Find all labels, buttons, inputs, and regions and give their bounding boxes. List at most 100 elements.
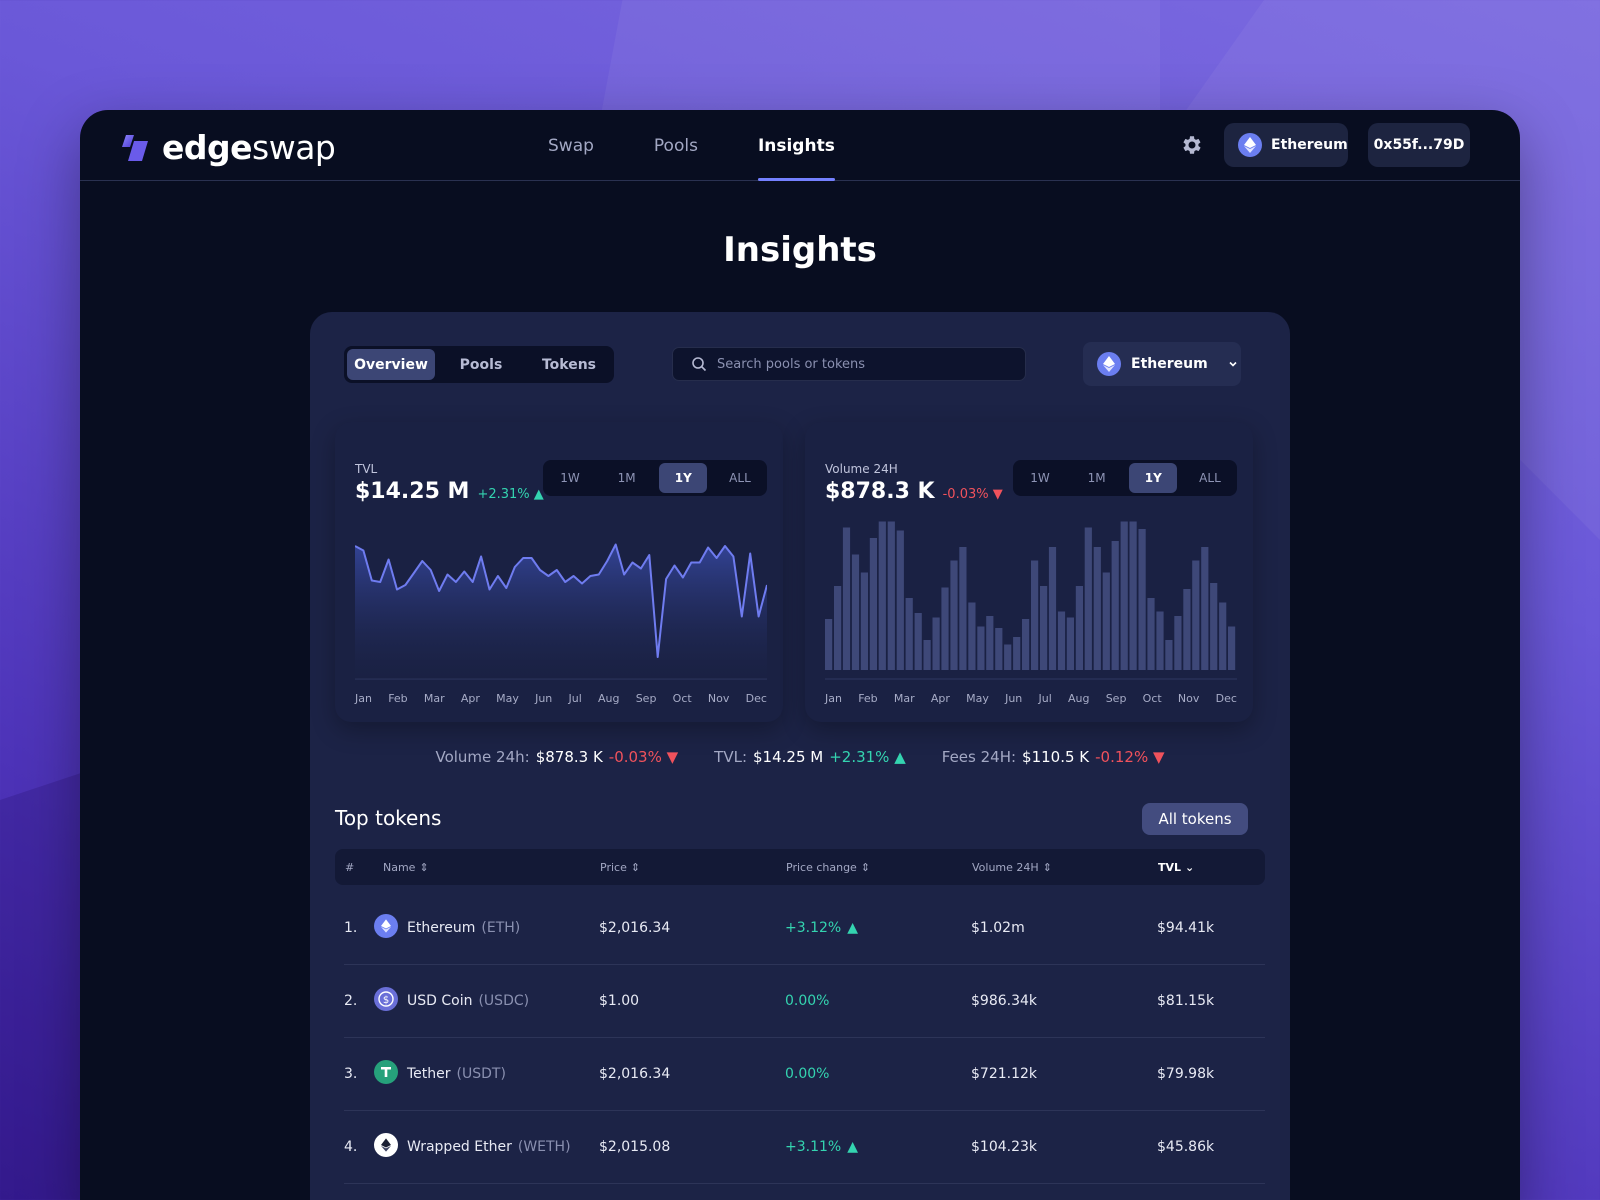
month-label: Sep xyxy=(635,692,657,705)
volume-bar xyxy=(914,613,922,670)
volume-bar xyxy=(1120,521,1128,670)
network-button[interactable]: Ethereum xyxy=(1224,123,1348,167)
tab-overview[interactable]: Overview xyxy=(347,349,435,380)
weth-icon xyxy=(374,1133,398,1157)
column-tvl[interactable]: TVL ⌄ xyxy=(1158,861,1194,874)
page-title: Insights xyxy=(723,230,877,270)
nav-item-insights[interactable]: Insights xyxy=(757,110,835,181)
volume-bar xyxy=(1210,583,1218,670)
tab-pools[interactable]: Pools xyxy=(435,349,527,380)
tab-tokens[interactable]: Tokens xyxy=(527,349,611,380)
search-input[interactable] xyxy=(717,356,997,372)
column-price-change[interactable]: Price change ⇕ xyxy=(786,861,870,874)
tvl-value: $14.25 M xyxy=(355,479,470,504)
logo-mark-icon xyxy=(122,134,148,161)
table-row[interactable]: 1. Ethereum (ETH) $2,016.34 +3.12% ▲ $1.0… xyxy=(344,892,1265,965)
row-tvl: $45.86k xyxy=(1157,1139,1215,1155)
volume-change: -0.03% ▼ xyxy=(942,487,1003,502)
volume-bar xyxy=(1057,611,1066,670)
row-volume: $721.12k xyxy=(971,1066,1038,1082)
stat-value: $878.3 K xyxy=(535,748,603,766)
stat-label: Fees 24H: xyxy=(941,748,1017,766)
range-all[interactable]: ALL xyxy=(1186,463,1234,493)
volume-bar xyxy=(905,598,913,670)
row-tvl: $81.15k xyxy=(1157,993,1215,1009)
volume-bar xyxy=(968,602,976,670)
volume-month-labels: Jan Feb Mar Apr May Jun Jul Aug Sep Oct … xyxy=(825,692,1237,705)
wallet-address-button[interactable]: 0x55f...79D xyxy=(1368,123,1470,167)
range-1y[interactable]: 1Y xyxy=(659,463,708,493)
column-volume[interactable]: Volume 24H ⇕ xyxy=(972,861,1052,874)
volume-bar xyxy=(1075,586,1083,670)
month-label: Sep xyxy=(1105,692,1127,705)
tvl-label: TVL xyxy=(355,462,378,476)
sort-icon: ⇕ xyxy=(1042,861,1052,874)
range-all[interactable]: ALL xyxy=(716,463,764,493)
ethereum-icon xyxy=(1097,352,1121,376)
range-1w[interactable]: 1W xyxy=(1016,463,1064,493)
row-rank: 1. xyxy=(344,920,358,936)
gear-icon[interactable] xyxy=(1180,133,1204,157)
month-label: Oct xyxy=(1142,692,1162,705)
chain-select[interactable]: Ethereum xyxy=(1083,342,1241,386)
column-name[interactable]: Name ⇕ xyxy=(383,861,429,874)
table-row[interactable]: 2. $ USD Coin (USDC) $1.00 0.00% $986.34k… xyxy=(344,965,1265,1038)
volume-bar xyxy=(869,538,877,670)
row-tvl: $79.98k xyxy=(1157,1066,1215,1082)
all-tokens-button[interactable]: All tokens xyxy=(1142,803,1248,835)
row-volume: $986.34k xyxy=(971,993,1038,1009)
volume-bar xyxy=(1228,626,1236,670)
month-label: Mar xyxy=(893,692,915,705)
volume-value: $878.3 K xyxy=(825,479,935,504)
volume-bar xyxy=(1102,572,1110,670)
volume-bar xyxy=(851,554,860,670)
insights-panel: Overview Pools Tokens Ethereum TVL $14.2… xyxy=(310,312,1290,1200)
main-nav: Swap Pools Insights xyxy=(548,110,895,181)
row-token-name: USD Coin (USDC) xyxy=(407,993,530,1009)
volume-bar xyxy=(1084,527,1092,670)
row-token-name: Wrapped Ether (WETH) xyxy=(407,1139,571,1155)
volume-bar xyxy=(941,587,949,670)
volume-bar xyxy=(1192,560,1200,670)
stat-value: $110.5 K xyxy=(1022,748,1090,766)
tvl-card: TVL $14.25 M +2.31% ▲ 1W 1M 1Y ALL Jan F… xyxy=(335,422,783,722)
eth-icon xyxy=(374,914,398,938)
summary-stats: Volume 24h: $878.3 K -0.03% ▼ TVL: $14.2… xyxy=(310,748,1290,766)
volume-bar xyxy=(834,586,842,670)
column-price[interactable]: Price ⇕ xyxy=(600,861,640,874)
nav-item-swap[interactable]: Swap xyxy=(548,110,594,181)
row-price: $2,016.34 xyxy=(599,1066,671,1082)
tvl-area-fill xyxy=(355,544,767,679)
range-1m[interactable]: 1M xyxy=(1073,463,1121,493)
volume-bar xyxy=(986,616,994,670)
stat-label: Volume 24h: xyxy=(435,748,530,766)
month-label: Dec xyxy=(1215,692,1237,705)
sort-icon: ⇕ xyxy=(419,861,429,874)
background-shape xyxy=(600,0,1160,120)
month-label: Jan xyxy=(825,692,842,705)
month-label: Apr xyxy=(930,692,950,705)
month-label: Feb xyxy=(388,692,408,705)
volume-bar xyxy=(896,530,904,670)
row-volume: $1.02m xyxy=(971,920,1025,936)
volume-bar xyxy=(1174,616,1182,670)
row-price-change: +3.11% ▲ xyxy=(785,1139,858,1155)
volume-bar xyxy=(1147,598,1155,670)
volume-bar xyxy=(887,521,895,670)
volume-bar xyxy=(950,560,958,670)
range-1m[interactable]: 1M xyxy=(603,463,651,493)
table-row[interactable]: 4. Wrapped Ether (WETH) $2,015.08 +3.11% … xyxy=(344,1111,1265,1184)
range-1w[interactable]: 1W xyxy=(546,463,594,493)
volume-bar xyxy=(1066,617,1074,670)
range-1y[interactable]: 1Y xyxy=(1129,463,1178,493)
table-row[interactable]: 3. Tether (USDT) $2,016.34 0.00% $721.12k… xyxy=(344,1038,1265,1111)
sort-icon: ⇕ xyxy=(630,861,641,874)
network-label: Ethereum xyxy=(1271,137,1348,153)
month-label: Jul xyxy=(1038,692,1052,705)
chevron-down-icon xyxy=(1229,361,1237,367)
volume-bar xyxy=(1183,589,1191,670)
row-tvl: $94.41k xyxy=(1157,920,1215,936)
edgeswap-logo[interactable]: edgeswap xyxy=(120,128,336,167)
top-navigation-bar: edgeswap Swap Pools Insights Ethereum 0x… xyxy=(80,110,1520,181)
nav-item-pools[interactable]: Pools xyxy=(654,110,698,181)
